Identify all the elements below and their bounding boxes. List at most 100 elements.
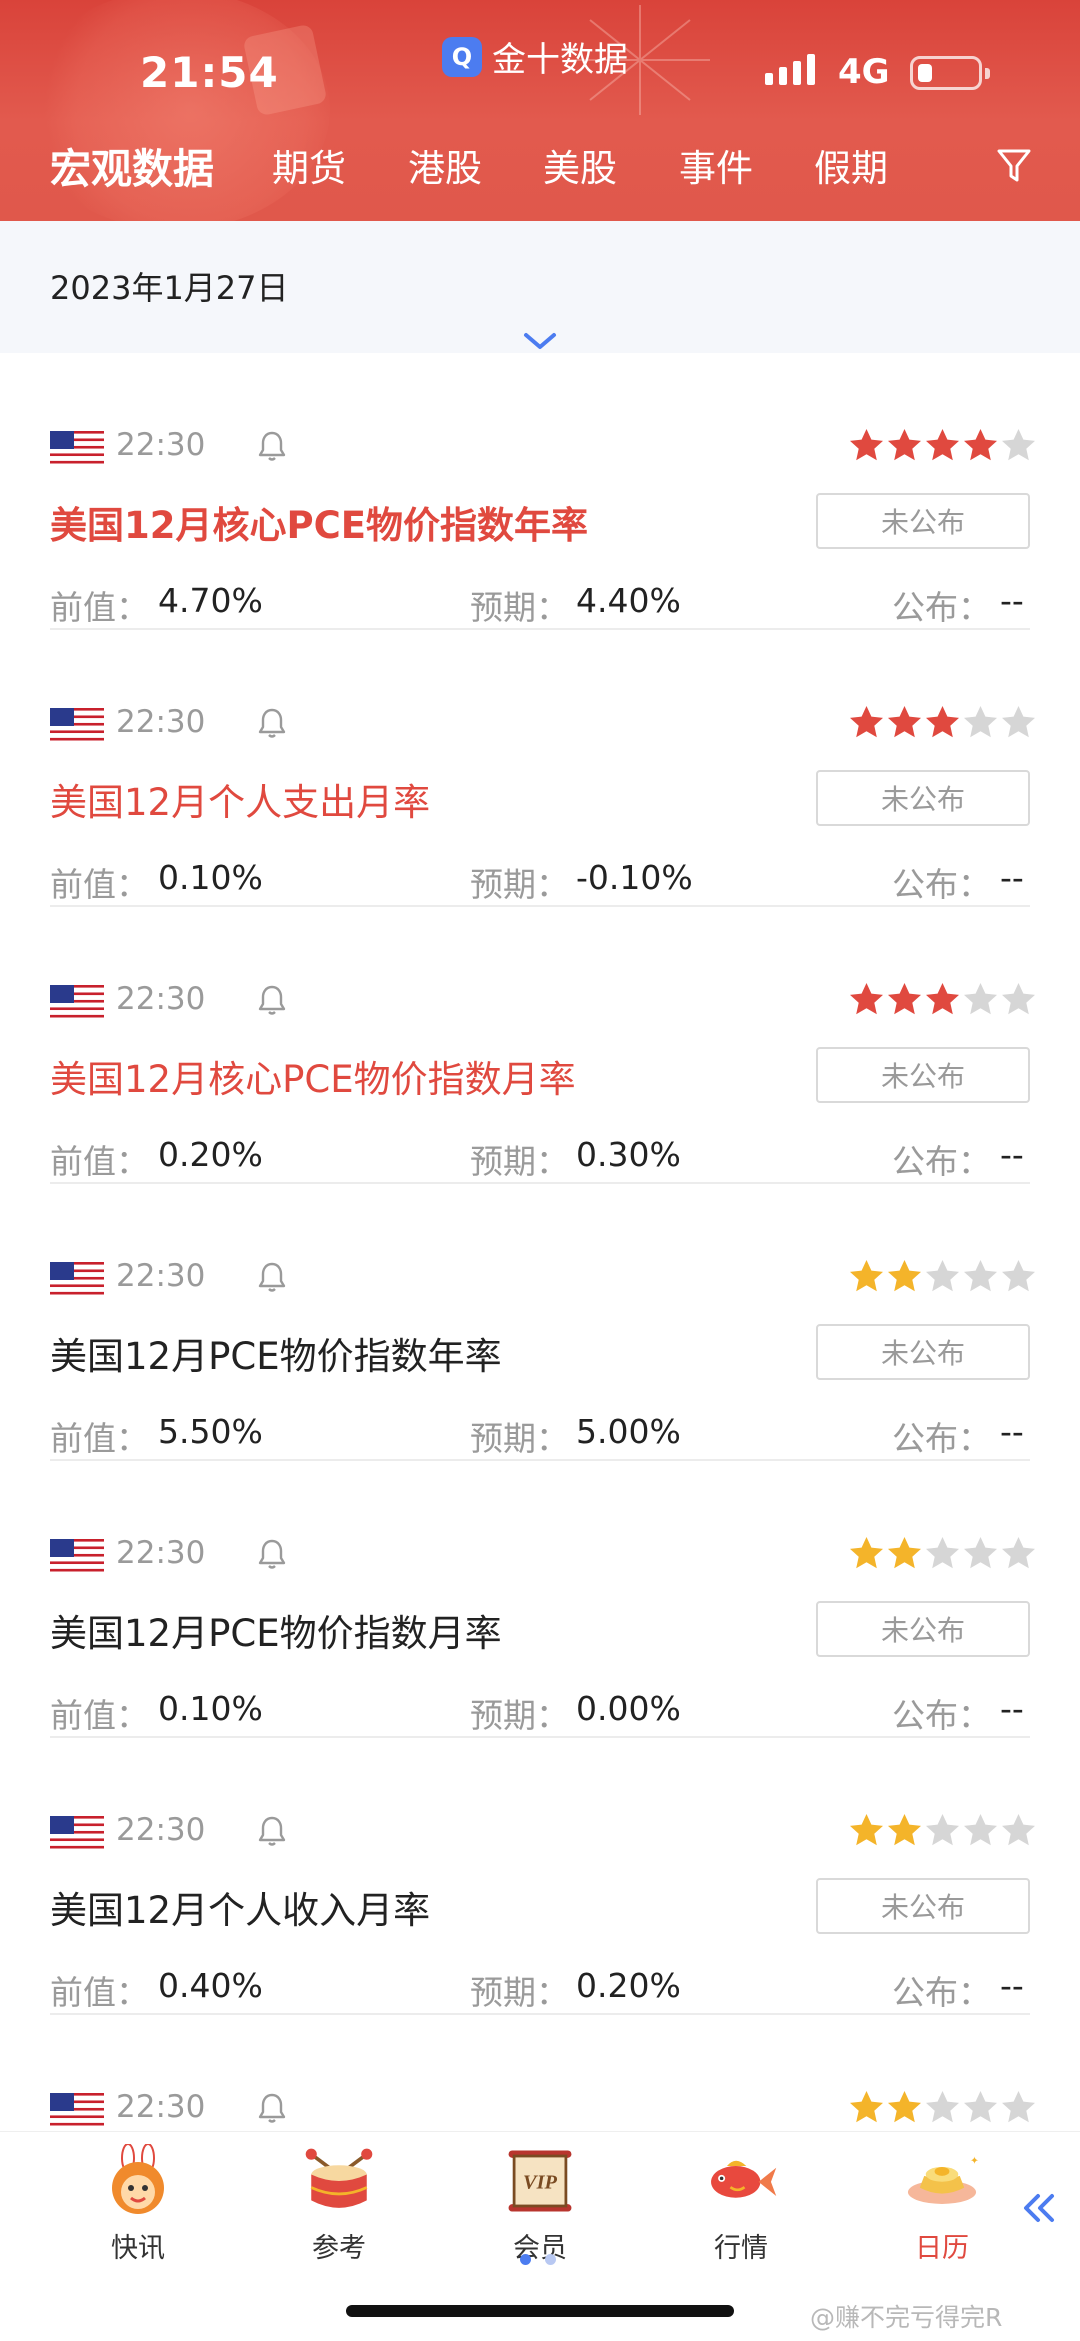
prev-label: 前值： [50,1142,149,1181]
importance-stars [848,2089,1037,2126]
star-empty-icon [964,983,997,1015]
nav-item-news[interactable]: 快讯 [73,2144,203,2265]
prev-label: 前值： [50,865,149,904]
event-time: 22:30 [116,981,206,1017]
bell-icon[interactable] [256,1537,288,1571]
tab-macro-data[interactable]: 宏观数据 [50,135,214,195]
bell-icon[interactable] [256,983,288,1017]
vip-scroll-icon: VIP [503,2144,577,2218]
event-time: 22:30 [116,1258,206,1294]
star-filled-icon [888,1537,921,1569]
publish-status-button[interactable]: 未公布 [816,1601,1030,1657]
star-empty-icon [964,1537,997,1569]
tab-us-stocks[interactable]: 美股 [543,138,617,192]
filter-icon[interactable] [996,146,1032,186]
tab-events[interactable]: 事件 [679,138,753,192]
star-filled-icon [850,983,883,1015]
prev-value: 0.40% [158,1966,263,2005]
star-empty-icon [1002,2091,1035,2123]
network-type: 4G [838,52,890,92]
star-empty-icon [1002,706,1035,738]
event-time: 22:30 [116,427,206,463]
publish-status-button[interactable]: 未公布 [816,493,1030,549]
bell-icon[interactable] [256,1814,288,1848]
actual-label: 公布： [892,865,991,904]
bell-icon[interactable] [256,1260,288,1294]
nav-label-market: 行情 [714,2233,768,2264]
bell-icon[interactable] [256,2091,288,2125]
nav-item-reference[interactable]: 参考 [274,2144,404,2265]
home-indicator[interactable] [346,2305,734,2317]
selected-date[interactable]: 2023年1月27日 [50,263,289,309]
nav-item-vip[interactable]: VIP 会员 [475,2144,605,2265]
calendar-screen: 21:54 Q 金十数据 4G 宏观数据 期货 港股 美股 事件 假期 2023… [0,0,1080,2341]
nav-label-calendar: 日历 [915,2233,969,2264]
bell-icon[interactable] [256,706,288,740]
publish-status-button[interactable]: 未公布 [816,1324,1030,1380]
actual-value: -- [1000,581,1024,620]
star-filled-icon [926,983,959,1015]
battery-icon [910,56,990,90]
prev-value: 0.10% [158,858,263,897]
event-row[interactable]: 22:30 美国12月核心PCE物价指数年率 未公布 前值： 4.70% 预期： 4.40%… [50,353,1035,630]
tab-futures[interactable]: 期货 [272,138,346,192]
event-values: 前值： 4.70% 预期： 4.40% 公布： -- [50,581,1030,627]
star-filled-icon [850,706,883,738]
event-title: 美国12月个人收入月率 [50,1889,431,1932]
forecast-value: 5.00% [576,1412,681,1451]
star-empty-icon [964,1260,997,1292]
expand-calendar-icon[interactable] [522,330,558,352]
star-filled-icon [926,706,959,738]
nav-item-calendar[interactable]: ✦ 日历 [877,2144,1007,2265]
app-title-text: 金十数据 [492,40,628,80]
forecast-value: -0.10% [576,858,693,897]
event-title: 美国12月个人支出月率 [50,781,431,824]
star-empty-icon [1002,1260,1035,1292]
star-filled-icon [888,983,921,1015]
us-flag-icon [50,1262,104,1296]
us-flag-icon [50,1816,104,1850]
publish-status-button[interactable]: 未公布 [816,770,1030,826]
event-title: 美国12月核心PCE物价指数月率 [50,1058,576,1101]
event-values: 前值： 0.40% 预期： 0.20% 公布： -- [50,1966,1030,2012]
publish-status-button[interactable]: 未公布 [816,1047,1030,1103]
event-row[interactable]: 22:30 美国12月PCE物价指数年率 未公布 前值： 5.50% 预期： 5.00% 公布… [50,1184,1035,1461]
star-empty-icon [926,1537,959,1569]
star-filled-icon [888,2091,921,2123]
importance-stars [848,1535,1037,1572]
event-row[interactable]: 22:30 美国12月PCE物价指数月率 未公布 前值： 0.10% 预期： 0.00% 公布… [50,1461,1035,1738]
app-logo-icon: Q [442,36,482,77]
prev-label: 前值： [50,1419,149,1458]
event-title: 美国12月PCE物价指数月率 [50,1612,502,1655]
forecast-label: 预期： [470,1696,569,1735]
event-time: 22:30 [116,704,206,740]
star-empty-icon [964,1814,997,1846]
event-row[interactable]: 22:30 美国12月核心PCE物价指数月率 未公布 前值： 0.20% 预期： 0.30%… [50,907,1035,1184]
forecast-label: 预期： [470,588,569,627]
nav-item-market[interactable]: 行情 [676,2144,806,2265]
actual-label: 公布： [892,1142,991,1181]
event-row[interactable]: 22:30 美国12月个人支出月率 未公布 前值： 0.10% 预期： -0.10% 公布： -… [50,630,1035,907]
event-values: 前值： 5.50% 预期： 5.00% 公布： -- [50,1412,1030,1458]
prev-label: 前值： [50,588,149,627]
tab-hk-stocks[interactable]: 港股 [408,138,482,192]
bell-icon[interactable] [256,429,288,463]
event-title: 美国12月PCE物价指数年率 [50,1335,502,1378]
event-row[interactable]: 22:30 美国12月个人收入月率 未公布 前值： 0.40% 预期： 0.20% 公布： -- [50,1738,1035,2015]
star-empty-icon [964,706,997,738]
star-filled-icon [964,429,997,461]
app-title: Q 金十数据 [442,32,628,81]
publish-status-button[interactable]: 未公布 [816,1878,1030,1934]
forecast-value: 0.20% [576,1966,681,2005]
star-filled-icon [850,1814,883,1846]
double-chevron-left-icon[interactable] [1020,2192,1056,2224]
tab-holidays[interactable]: 假期 [814,138,888,192]
us-flag-icon [50,985,104,1019]
actual-value: -- [1000,1412,1024,1451]
star-empty-icon [926,2091,959,2123]
forecast-value: 4.40% [576,581,681,620]
prev-label: 前值： [50,1696,149,1735]
actual-value: -- [1000,1135,1024,1174]
forecast-label: 预期： [470,865,569,904]
actual-label: 公布： [892,1419,991,1458]
